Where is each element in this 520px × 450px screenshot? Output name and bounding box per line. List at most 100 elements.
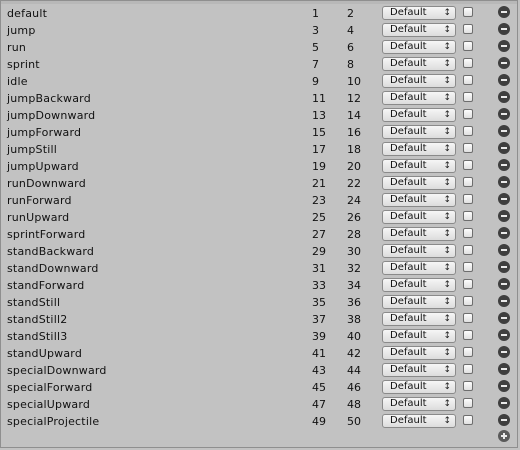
mode-dropdown-value: Default (390, 347, 427, 358)
toggle-checkbox[interactable] (463, 41, 473, 51)
remove-row-minus-icon[interactable] (498, 40, 510, 52)
toggle-checkbox[interactable] (463, 109, 473, 119)
toggle-checkbox[interactable] (463, 143, 473, 153)
remove-row-minus-icon[interactable] (498, 57, 510, 69)
list-item: jumpUpward 19 20 Default ↕ (1, 158, 517, 175)
start-frame: 13 (312, 109, 326, 122)
toggle-checkbox[interactable] (463, 211, 473, 221)
remove-row-minus-icon[interactable] (498, 74, 510, 86)
mode-dropdown[interactable]: Default ↕ (382, 295, 456, 309)
toggle-checkbox[interactable] (463, 245, 473, 255)
animation-name: sprintForward (7, 228, 86, 241)
remove-row-minus-icon[interactable] (498, 261, 510, 273)
end-frame: 44 (347, 364, 361, 377)
mode-dropdown[interactable]: Default ↕ (382, 23, 456, 37)
remove-row-minus-icon[interactable] (498, 23, 510, 35)
toggle-checkbox[interactable] (463, 75, 473, 85)
toggle-checkbox[interactable] (463, 296, 473, 306)
list-item: standStill3 39 40 Default ↕ (1, 328, 517, 345)
mode-dropdown[interactable]: Default ↕ (382, 414, 456, 428)
toggle-checkbox[interactable] (463, 228, 473, 238)
toggle-checkbox[interactable] (463, 194, 473, 204)
toggle-checkbox[interactable] (463, 58, 473, 68)
list-item: specialForward 45 46 Default ↕ (1, 379, 517, 396)
remove-row-minus-icon[interactable] (498, 414, 510, 426)
mode-dropdown[interactable]: Default ↕ (382, 380, 456, 394)
mode-dropdown[interactable]: Default ↕ (382, 193, 456, 207)
remove-row-minus-icon[interactable] (498, 108, 510, 120)
remove-row-minus-icon[interactable] (498, 125, 510, 137)
remove-row-minus-icon[interactable] (498, 380, 510, 392)
toggle-checkbox[interactable] (463, 177, 473, 187)
mode-dropdown-value: Default (390, 245, 427, 256)
end-frame: 48 (347, 398, 361, 411)
mode-dropdown[interactable]: Default ↕ (382, 329, 456, 343)
toggle-checkbox[interactable] (463, 262, 473, 272)
panel-top-edge (1, 1, 517, 4)
remove-row-minus-icon[interactable] (498, 363, 510, 375)
mode-dropdown[interactable]: Default ↕ (382, 363, 456, 377)
mode-dropdown[interactable]: Default ↕ (382, 227, 456, 241)
mode-dropdown[interactable]: Default ↕ (382, 176, 456, 190)
toggle-checkbox[interactable] (463, 7, 473, 17)
remove-row-minus-icon[interactable] (498, 6, 510, 18)
mode-dropdown[interactable]: Default ↕ (382, 278, 456, 292)
mode-dropdown[interactable]: Default ↕ (382, 40, 456, 54)
start-frame: 1 (312, 7, 319, 20)
mode-dropdown[interactable]: Default ↕ (382, 261, 456, 275)
toggle-checkbox[interactable] (463, 347, 473, 357)
remove-row-minus-icon[interactable] (498, 329, 510, 341)
remove-row-minus-icon[interactable] (498, 346, 510, 358)
remove-row-minus-icon[interactable] (498, 397, 510, 409)
mode-dropdown[interactable]: Default ↕ (382, 346, 456, 360)
remove-row-minus-icon[interactable] (498, 91, 510, 103)
toggle-checkbox[interactable] (463, 24, 473, 34)
toggle-checkbox[interactable] (463, 364, 473, 374)
animation-name: specialProjectile (7, 415, 100, 428)
mode-dropdown[interactable]: Default ↕ (382, 244, 456, 258)
mode-dropdown-value: Default (390, 7, 427, 18)
remove-row-minus-icon[interactable] (498, 244, 510, 256)
animation-name: jumpUpward (7, 160, 79, 173)
remove-row-minus-icon[interactable] (498, 210, 510, 222)
end-frame: 30 (347, 245, 361, 258)
mode-dropdown[interactable]: Default ↕ (382, 108, 456, 122)
toggle-checkbox[interactable] (463, 126, 473, 136)
toggle-checkbox[interactable] (463, 279, 473, 289)
start-frame: 45 (312, 381, 326, 394)
add-row-plus-icon[interactable] (498, 430, 510, 442)
toggle-checkbox[interactable] (463, 381, 473, 391)
mode-dropdown[interactable]: Default ↕ (382, 74, 456, 88)
mode-dropdown[interactable]: Default ↕ (382, 91, 456, 105)
mode-dropdown[interactable]: Default ↕ (382, 159, 456, 173)
remove-row-minus-icon[interactable] (498, 278, 510, 290)
remove-row-minus-icon[interactable] (498, 193, 510, 205)
mode-dropdown[interactable]: Default ↕ (382, 125, 456, 139)
animation-name: specialUpward (7, 398, 91, 411)
animation-name: sprint (7, 58, 40, 71)
list-item: idle 9 10 Default ↕ (1, 73, 517, 90)
mode-dropdown[interactable]: Default ↕ (382, 6, 456, 20)
mode-dropdown[interactable]: Default ↕ (382, 142, 456, 156)
mode-dropdown-value: Default (390, 24, 427, 35)
toggle-checkbox[interactable] (463, 160, 473, 170)
toggle-checkbox[interactable] (463, 415, 473, 425)
toggle-checkbox[interactable] (463, 313, 473, 323)
toggle-checkbox[interactable] (463, 398, 473, 408)
remove-row-minus-icon[interactable] (498, 176, 510, 188)
mode-dropdown[interactable]: Default ↕ (382, 397, 456, 411)
list-item: jumpDownward 13 14 Default ↕ (1, 107, 517, 124)
mode-dropdown-value: Default (390, 279, 427, 290)
updown-arrows-icon: ↕ (443, 229, 451, 239)
remove-row-minus-icon[interactable] (498, 142, 510, 154)
remove-row-minus-icon[interactable] (498, 295, 510, 307)
toggle-checkbox[interactable] (463, 92, 473, 102)
remove-row-minus-icon[interactable] (498, 312, 510, 324)
toggle-checkbox[interactable] (463, 330, 473, 340)
mode-dropdown-value: Default (390, 415, 427, 426)
remove-row-minus-icon[interactable] (498, 227, 510, 239)
mode-dropdown[interactable]: Default ↕ (382, 312, 456, 326)
remove-row-minus-icon[interactable] (498, 159, 510, 171)
mode-dropdown[interactable]: Default ↕ (382, 57, 456, 71)
mode-dropdown[interactable]: Default ↕ (382, 210, 456, 224)
